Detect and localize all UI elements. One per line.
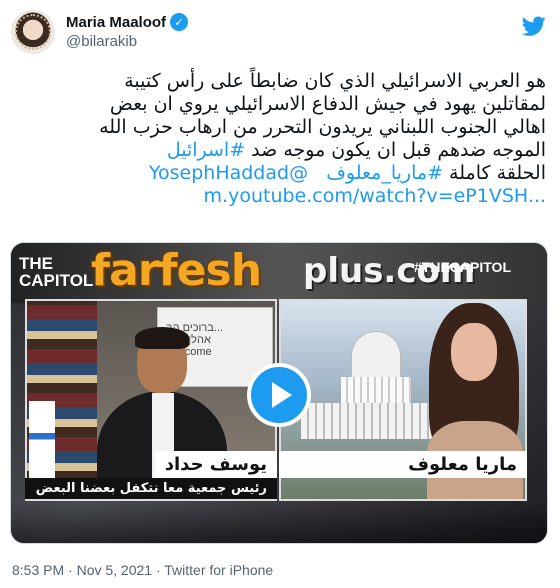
author-name-row: Maria Maaloof ✓ [66, 13, 189, 31]
tweet-line-4-text: الموجه ضدهم قبل ان يكون موجه ضد [251, 139, 546, 161]
guest-lower-third: يوسف حداد رئيس جمعية معا نتكفل بعضنا الب… [25, 451, 277, 499]
show-hashtag: #THECAPITOL [414, 259, 511, 275]
hashtag-israel-link[interactable]: #اسرائيل [167, 139, 245, 161]
play-icon[interactable] [247, 363, 311, 427]
guest-hair [135, 327, 189, 349]
dome-drum [341, 377, 411, 403]
youtube-url-link[interactable]: m.youtube.com/watch?v=eP1VSH... [204, 185, 546, 207]
host-lower-third: ماريا معلوف [279, 451, 527, 478]
host-name: ماريا معلوف [279, 451, 527, 478]
tweet-line-6: m.youtube.com/watch?v=eP1VSH... [14, 185, 546, 208]
user-handle[interactable]: @bilarakib [66, 33, 137, 50]
verified-badge-icon: ✓ [170, 13, 189, 31]
video-bottom-shade [11, 503, 547, 543]
show-logo-bottom: CAPITOL [19, 271, 94, 290]
tweet-body: هو العربي الاسرائيلي الذي كان ضابطاً على… [14, 70, 546, 208]
show-logo: THE CAPITOL [19, 255, 93, 289]
avatar-frame [15, 14, 51, 50]
tweet-card: Maria Maaloof ✓ @bilarakib هو العربي الا… [0, 0, 560, 588]
twitter-bird-icon[interactable] [522, 14, 546, 38]
hashtag-maria-link[interactable]: #ماريا_معلوف [326, 162, 443, 184]
mention-link[interactable]: @YosephHaddad [149, 162, 308, 184]
tweet-line-3: اهالي الجنوب اللبناني يريدون التحرر من ا… [99, 116, 546, 138]
dome-top [351, 331, 401, 381]
tweet-line-5: الحلقة كاملة #ماريا_معلوف @YosephHaddad [14, 162, 546, 185]
tweet-line-2: لمقاتلين يهود في جيش الدفاع الاسرائيلي ي… [109, 93, 546, 115]
video-media[interactable]: THE CAPITOL farfesh plus.com #THECAPITOL… [10, 242, 548, 544]
guest-title: رئيس جمعية معا نتكفل بعضنا البعض [25, 478, 277, 499]
guest-name: يوسف حداد [154, 451, 277, 478]
play-triangle [272, 382, 292, 408]
avatar[interactable] [11, 10, 55, 54]
host-face [451, 323, 497, 381]
full-episode-text: الحلقة كاملة [449, 162, 546, 184]
display-name[interactable]: Maria Maaloof [66, 14, 166, 31]
farfesh-watermark: farfesh [91, 245, 262, 296]
capitol-building [301, 331, 451, 441]
tweet-timestamp[interactable]: 8:53 PM · Nov 5, 2021 · Twitter for iPho… [12, 562, 273, 578]
tweet-line-4: الموجه ضدهم قبل ان يكون موجه ضد #اسرائيل [14, 139, 546, 162]
tweet-line-1: هو العربي الاسرائيلي الذي كان ضابطاً على… [124, 70, 546, 92]
